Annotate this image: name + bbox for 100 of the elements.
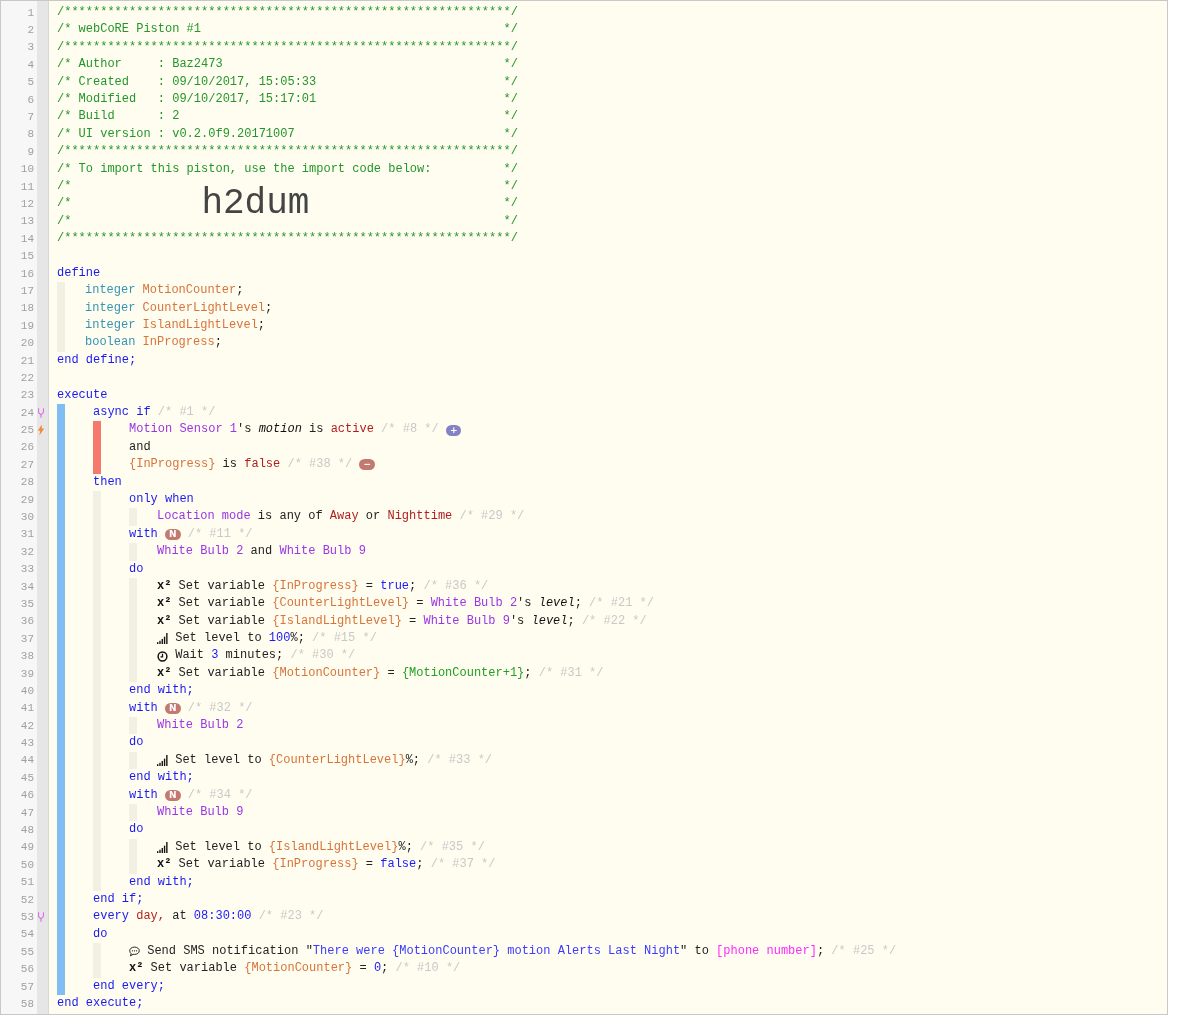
code-comment: */ (503, 90, 518, 108)
code-comment: /* (57, 212, 72, 230)
keyword: define (57, 264, 101, 282)
keyword: end execute; (57, 995, 144, 1013)
variable-name: {InProgress} (272, 577, 359, 595)
type-name: integer (85, 299, 137, 317)
code-comment: */ (503, 125, 518, 143)
code-text: Set variable (177, 856, 267, 874)
attribute-name: level (538, 595, 575, 613)
code-text: = (415, 595, 425, 613)
code-text: %; (398, 838, 413, 856)
variable-name: {CounterLightLevel} (268, 751, 406, 769)
line-number: 12 (19, 198, 34, 210)
line-number: 13 (19, 215, 34, 228)
value-text: Away (329, 508, 359, 526)
pill-badge[interactable]: N (165, 702, 181, 714)
line-number: 50 (19, 858, 34, 871)
line-number: 48 (19, 824, 34, 837)
line-number: 23 (19, 389, 34, 402)
literal-value: false (380, 856, 417, 874)
pill-badge[interactable]: + (445, 424, 462, 436)
code-text: ; (524, 664, 532, 682)
variable-name: IslandLightLevel (142, 317, 258, 335)
line-number: 19 (19, 319, 34, 332)
device-name: Location mode (157, 508, 251, 526)
pill-badge[interactable]: N (165, 789, 181, 801)
line-number: 8 (26, 128, 34, 141)
code-comment: */ (503, 212, 518, 230)
line-number: 21 (19, 354, 34, 367)
line-number: 39 (19, 667, 34, 680)
phone-parameter: [phone number] (716, 943, 817, 961)
fork-icon (37, 911, 45, 923)
code-comment: */ (503, 73, 518, 91)
code-comment: */ (503, 108, 518, 126)
line-number: 33 (19, 563, 34, 576)
device-name: White Bulb 2 (430, 595, 518, 613)
variable-sign: x² (157, 664, 172, 682)
attribute-name: level (531, 612, 568, 630)
line-number: 57 (19, 980, 34, 993)
code-text: Set level to (174, 630, 263, 648)
message-text: There were {MotionCounter} motion Alerts Last Night (312, 943, 681, 961)
line-number: 43 (19, 737, 34, 750)
device-name: White Bulb 2 (157, 717, 244, 734)
line-number: 38 (19, 650, 34, 663)
value-text: day, (136, 908, 166, 926)
pill-badge[interactable]: N (165, 528, 181, 540)
literal-value: 3 (211, 647, 219, 665)
line-number: 42 (19, 719, 34, 732)
line-number: 45 (19, 771, 34, 784)
code-text: Set variable (149, 960, 239, 978)
code-text: %; (405, 751, 421, 769)
variable-name: {MotionCounter} (244, 960, 353, 978)
line-number: 5 (26, 76, 34, 89)
line-number: 56 (19, 963, 34, 976)
code-text: Set variable (177, 595, 267, 613)
code-text: ; (214, 334, 222, 352)
code-comment: /* Created : 09/10/2017, 15:05:33 (57, 73, 317, 91)
line-number: 29 (19, 493, 34, 506)
code-text: ; (409, 577, 417, 595)
code-comment: */ (503, 160, 518, 178)
line-number: 32 (19, 545, 34, 558)
code-text: ; (265, 299, 273, 317)
line-number: 1 (26, 6, 34, 19)
fork-icon (37, 406, 45, 419)
keyword: with (129, 525, 159, 543)
line-number: 22 (19, 371, 34, 384)
device-name: White Bulb 9 (279, 543, 366, 561)
code-text: = (364, 577, 375, 595)
line-number: 6 (26, 93, 34, 106)
line-number: 40 (19, 684, 34, 697)
keyword: end with; (129, 769, 194, 787)
line-number: 44 (19, 754, 34, 767)
keyword: do (93, 925, 108, 943)
line-number: 51 (19, 876, 34, 889)
variable-sign: x² (157, 612, 172, 630)
line-number: 26 (19, 441, 34, 454)
type-name: boolean (85, 334, 137, 352)
code-text: Set variable (177, 577, 267, 595)
code-comment: /* UI version : v0.2.0f9.20171007 (57, 125, 295, 143)
line-number: 15 (19, 250, 34, 263)
line-number: 47 (19, 806, 34, 819)
code-comment: */ (503, 177, 518, 195)
code-text: " to (680, 943, 710, 961)
variable-name: {IslandLightLevel} (268, 838, 399, 856)
code-text: 's (517, 595, 533, 613)
pill-badge[interactable]: − (359, 459, 375, 471)
code-comment: /* (57, 195, 72, 213)
code-comment: /**************************************************************/ (57, 4, 518, 21)
value-text: Nighttime (387, 508, 453, 526)
variable-sign: x² (157, 595, 172, 613)
line-number: 27 (19, 458, 34, 471)
attribute-name: motion (258, 421, 302, 439)
code-text: and (129, 438, 151, 456)
keyword: async if (93, 404, 151, 421)
code-text: = (364, 856, 375, 874)
line-number: 36 (19, 615, 34, 628)
device-name: White Bulb 9 (157, 803, 244, 821)
line-number: 7 (26, 111, 34, 124)
line-number: 24 (19, 406, 34, 419)
line-number: 54 (19, 928, 34, 941)
